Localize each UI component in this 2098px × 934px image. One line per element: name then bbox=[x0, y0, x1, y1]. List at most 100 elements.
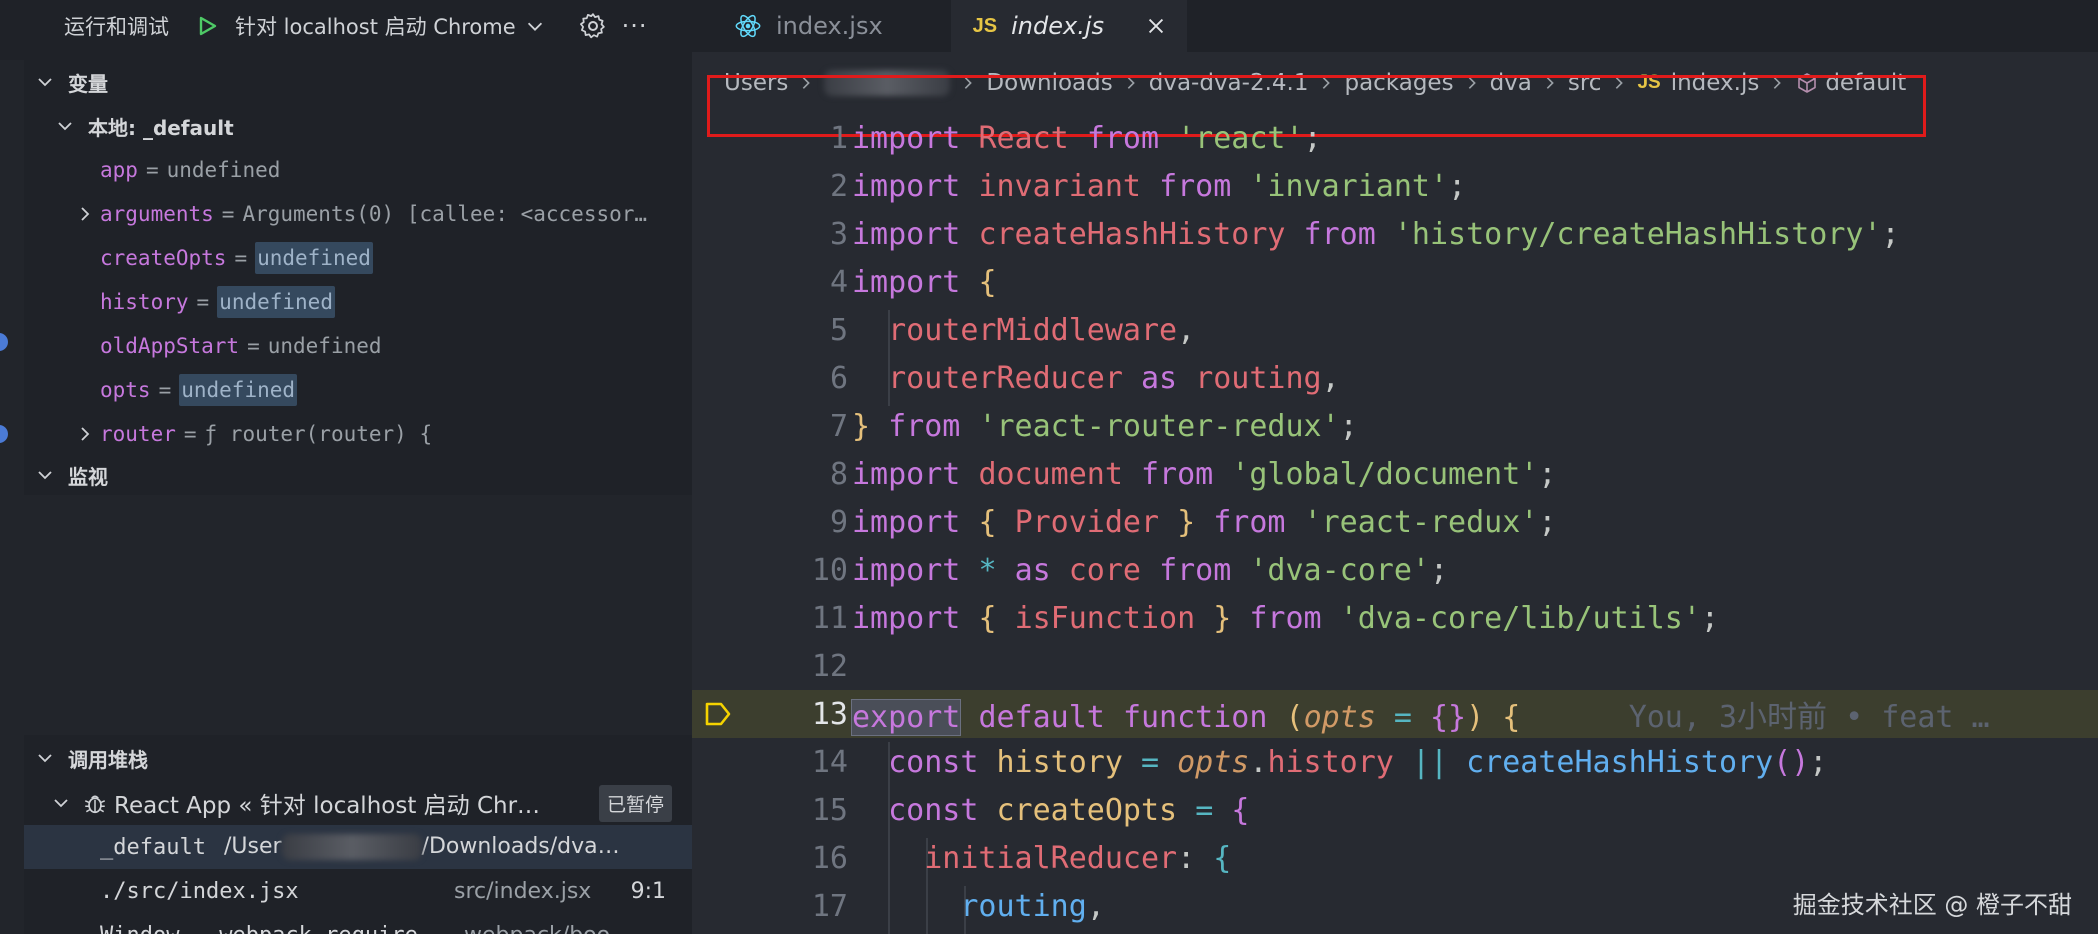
debug-paused-arrow-icon bbox=[705, 702, 731, 726]
more-actions-button[interactable]: ··· bbox=[622, 12, 648, 40]
code-text: initialReducer: { bbox=[924, 840, 1232, 876]
variable-row[interactable]: router = ƒ router(router) { bbox=[24, 412, 692, 456]
line-number: 7 bbox=[829, 408, 848, 444]
watch-label: 监视 bbox=[68, 464, 108, 489]
code-line[interactable]: 8 import document from 'global/document'… bbox=[692, 450, 2098, 498]
variable-name: oldAppStart bbox=[100, 334, 240, 358]
variable-name: app bbox=[100, 158, 138, 182]
code-line[interactable]: 11 import { isFunction } from 'dva-core/… bbox=[692, 594, 2098, 642]
code-line[interactable]: 9 import { Provider } from 'react-redux'… bbox=[692, 498, 2098, 546]
code-line[interactable]: 10 import * as core from 'dva-core'; bbox=[692, 546, 2098, 594]
variables-section-header[interactable]: 变量 bbox=[24, 62, 692, 102]
line-number: 14 bbox=[811, 744, 848, 780]
code-line-current[interactable]: 13 export default function (opts = {}) {… bbox=[692, 690, 2098, 738]
chevron-right-icon[interactable] bbox=[76, 205, 94, 223]
frame-source: webpack/boo… bbox=[464, 923, 632, 934]
chevron-down-icon bbox=[38, 471, 52, 480]
debug-session-row[interactable]: React App « 针对 localhost 启动 Chr… 已暂停 bbox=[24, 781, 692, 825]
variable-value: ƒ router(router) { bbox=[204, 422, 433, 446]
code-line[interactable]: 1 import React from 'react'; bbox=[692, 114, 2098, 162]
watermark: 掘金技术社区 @ 橙子不甜 bbox=[1792, 891, 2072, 919]
play-icon[interactable] bbox=[195, 14, 219, 38]
code-text: import { Provider } from 'react-redux'; bbox=[852, 504, 1557, 540]
code-line[interactable]: 4 import { bbox=[692, 258, 2098, 306]
stack-frame-row[interactable]: Window.__webpack_require__ webpack/boo… bbox=[24, 913, 692, 934]
code-line[interactable]: 16 initialReducer: { bbox=[692, 834, 2098, 882]
chevron-down-icon bbox=[38, 754, 52, 763]
stack-frame-row[interactable]: ./src/index.jsx src/index.jsx 9:1 bbox=[24, 869, 692, 913]
variable-value: undefined bbox=[166, 158, 281, 182]
line-number: 6 bbox=[829, 360, 848, 396]
tab-index-js[interactable]: JS index.js bbox=[950, 0, 1187, 52]
frame-path: /User/Downloads/dva… bbox=[223, 834, 620, 860]
code-text: const createOpts = { bbox=[888, 792, 1250, 828]
callstack-section-header[interactable]: 调用堆栈 bbox=[24, 738, 692, 778]
paused-badge: 已暂停 bbox=[598, 784, 672, 822]
code-text: routerMiddleware, bbox=[888, 312, 1196, 348]
activity-gutter bbox=[0, 60, 24, 934]
code-text: import document from 'global/document'; bbox=[852, 456, 1557, 492]
line-number: 3 bbox=[829, 216, 848, 252]
code-text: import React from 'react'; bbox=[852, 120, 1322, 156]
watch-section-header[interactable]: 监视 bbox=[24, 455, 692, 495]
tab-index-jsx[interactable]: index.jsx bbox=[692, 0, 903, 52]
line-number: 11 bbox=[811, 600, 848, 636]
run-debug-title: 运行和调试 bbox=[64, 15, 169, 39]
line-number: 13 bbox=[811, 696, 848, 732]
code-text: } from 'react-router-redux'; bbox=[852, 408, 1358, 444]
code-line[interactable]: 14 const history = opts.history || creat… bbox=[692, 738, 2098, 786]
variable-row[interactable]: createOpts = undefined bbox=[24, 236, 692, 280]
variable-row[interactable]: app = undefined bbox=[24, 148, 692, 192]
close-icon[interactable] bbox=[1145, 15, 1167, 37]
code-line[interactable]: 2 import invariant from 'invariant'; bbox=[692, 162, 2098, 210]
code-line[interactable]: 3 import createHashHistory from 'history… bbox=[692, 210, 2098, 258]
variable-name: opts bbox=[100, 378, 151, 402]
variable-row[interactable]: history = undefined bbox=[24, 280, 692, 324]
local-scope-row[interactable]: 本地: _default bbox=[24, 106, 692, 146]
line-number: 2 bbox=[829, 168, 848, 204]
line-number: 5 bbox=[829, 312, 848, 348]
code-line[interactable]: 6 routerReducer as routing, bbox=[692, 354, 2098, 402]
code-line[interactable]: 7 } from 'react-router-redux'; bbox=[692, 402, 2098, 450]
code-line[interactable]: 15 const createOpts = { bbox=[692, 786, 2098, 834]
variable-name: arguments bbox=[100, 202, 214, 226]
gear-icon[interactable] bbox=[578, 11, 608, 41]
watch-panel[interactable] bbox=[24, 495, 692, 735]
code-text: import invariant from 'invariant'; bbox=[852, 168, 1467, 204]
variable-row[interactable]: arguments = Arguments(0) [callee: <accesso… bbox=[24, 192, 692, 236]
chevron-right-icon[interactable] bbox=[76, 425, 94, 443]
code-line[interactable]: 12 bbox=[692, 642, 2098, 690]
stack-frame-row[interactable]: _default /User/Downloads/dva… bbox=[24, 825, 692, 869]
debug-sidebar: 运行和调试 针对 localhost 启动 Chrome ··· 变量 本地: … bbox=[0, 0, 692, 934]
variable-value: undefined bbox=[267, 334, 382, 358]
react-icon bbox=[735, 14, 761, 38]
chevron-down-icon[interactable] bbox=[524, 15, 546, 37]
js-file-icon: JS bbox=[972, 14, 998, 37]
tab-bar: index.jsx JS index.js bbox=[692, 0, 2098, 52]
line-number: 10 bbox=[811, 552, 848, 588]
launch-config-select[interactable]: 针对 localhost 启动 Chrome bbox=[235, 11, 516, 41]
chevron-down-icon bbox=[58, 122, 72, 131]
line-number: 12 bbox=[811, 648, 848, 684]
variable-row[interactable]: opts = undefined bbox=[24, 368, 692, 412]
code-text: import { bbox=[852, 264, 997, 300]
line-number: 8 bbox=[829, 456, 848, 492]
code-text: import * as core from 'dva-core'; bbox=[852, 552, 1449, 588]
code-text: export default function (opts = {}) { Yo… bbox=[850, 699, 1990, 736]
line-number: 16 bbox=[811, 840, 848, 876]
code-line[interactable]: 5 routerMiddleware, bbox=[692, 306, 2098, 354]
editor-area: index.jsx JS index.js Users Downloads dv… bbox=[692, 0, 2098, 934]
code-text: routing, bbox=[960, 888, 1105, 924]
variable-row[interactable]: oldAppStart = undefined bbox=[24, 324, 692, 368]
chevron-down-icon bbox=[38, 78, 52, 87]
bug-icon bbox=[84, 795, 106, 814]
scope-label: 本地: _default bbox=[88, 115, 234, 140]
line-number: 4 bbox=[829, 264, 848, 300]
frame-position: 9:1 bbox=[630, 878, 666, 904]
variable-name: createOpts bbox=[100, 246, 227, 270]
variable-value: undefined bbox=[217, 286, 335, 318]
frame-name: ./src/index.jsx bbox=[100, 878, 299, 904]
code-text: import { isFunction } from 'dva-core/lib… bbox=[852, 600, 1719, 636]
tab-label: index.js bbox=[1011, 12, 1105, 40]
git-blame-annotation: You, 3小时前 • feat … bbox=[1628, 700, 1990, 735]
